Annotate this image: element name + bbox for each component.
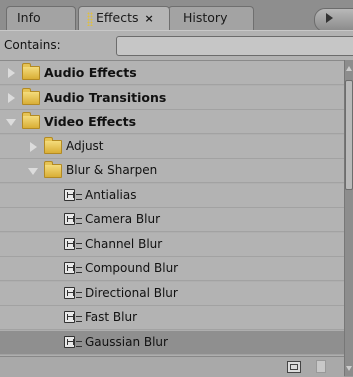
video-effect-icon — [64, 287, 75, 299]
tab-history[interactable]: History — [168, 6, 254, 30]
collapsed-twisty-icon[interactable] — [8, 93, 15, 103]
video-effect-icon — [64, 238, 75, 250]
collapsed-twisty-icon[interactable] — [30, 142, 37, 152]
effects-tree: Audio Effects Audio Transitions Video Effe… — [0, 60, 344, 357]
video-effect-icon — [64, 262, 75, 274]
tree-item-label: Compound Blur — [85, 261, 179, 275]
scroll-up-icon[interactable] — [346, 66, 352, 71]
folder-icon — [22, 63, 40, 80]
effect-dash-icon — [76, 341, 82, 347]
tree-effect-row[interactable]: Compound Blur — [0, 257, 344, 281]
tree-item-label: Channel Blur — [85, 237, 163, 251]
drag-grip-icon[interactable] — [87, 11, 93, 26]
close-tab-button[interactable]: × — [145, 12, 154, 25]
folder-icon — [44, 161, 62, 178]
tree-effect-row[interactable]: Fast Blur — [0, 306, 344, 330]
tree-effect-row[interactable]: Camera Blur — [0, 208, 344, 232]
effect-dash-icon — [76, 316, 82, 322]
tree-item-label: Adjust — [66, 139, 104, 153]
tree-effect-row[interactable]: Channel Blur — [0, 233, 344, 257]
tree-folder-row[interactable]: Blur & Sharpen — [0, 159, 344, 183]
tree-effect-row[interactable]: Antialias — [0, 184, 344, 208]
collapsed-twisty-icon[interactable] — [8, 68, 15, 78]
tree-item-label: Audio Transitions — [44, 90, 167, 105]
contains-label: Contains: — [4, 38, 61, 52]
effect-dash-icon — [76, 194, 82, 200]
tree-folder-row[interactable]: Audio Effects — [0, 61, 344, 85]
scroll-thumb[interactable] — [345, 80, 353, 190]
tab-info[interactable]: Info — [6, 6, 76, 30]
video-effect-icon — [64, 311, 75, 323]
search-row: Contains: — [0, 30, 353, 61]
tab-info-label: Info — [17, 10, 41, 25]
video-effect-icon — [64, 189, 75, 201]
expanded-twisty-icon[interactable] — [28, 168, 38, 175]
tree-item-label: Antialias — [85, 188, 137, 202]
effect-dash-icon — [76, 267, 82, 273]
folder-icon — [22, 88, 40, 105]
panel-tab-bar: Info History Effects × — [0, 0, 353, 32]
tree-item-label: Video Effects — [44, 114, 137, 129]
tab-effects[interactable]: Effects × — [78, 6, 170, 31]
panel-bottom-bar — [0, 356, 344, 377]
tree-item-label: Directional Blur — [85, 286, 178, 300]
tab-history-label: History — [183, 10, 228, 25]
search-input[interactable] — [116, 36, 353, 56]
video-effect-icon — [64, 213, 75, 225]
expanded-twisty-icon[interactable] — [6, 119, 16, 126]
tree-item-label: Blur & Sharpen — [66, 163, 158, 177]
video-effect-icon — [64, 336, 75, 348]
tree-item-label: Fast Blur — [85, 310, 138, 324]
trash-icon[interactable] — [316, 360, 326, 373]
tree-item-label: Audio Effects — [44, 65, 137, 80]
new-bin-icon[interactable] — [287, 361, 301, 373]
folder-icon — [44, 137, 62, 154]
effect-dash-icon — [76, 218, 82, 224]
effect-dash-icon — [76, 292, 82, 298]
tree-folder-row[interactable]: Video Effects — [0, 110, 344, 134]
tab-effects-label: Effects — [96, 10, 139, 25]
scroll-down-icon[interactable] — [346, 366, 352, 371]
tree-effect-row[interactable]: Directional Blur — [0, 282, 344, 306]
tree-folder-row[interactable]: Audio Transitions — [0, 86, 344, 110]
flyout-menu-icon[interactable] — [326, 13, 333, 23]
tree-effect-row[interactable]: Gaussian Blur — [0, 331, 344, 355]
effect-dash-icon — [76, 243, 82, 249]
tree-item-label: Gaussian Blur — [85, 335, 168, 349]
folder-icon — [22, 112, 40, 129]
panel-menu-button[interactable] — [314, 8, 353, 32]
tree-folder-row[interactable]: Adjust — [0, 135, 344, 159]
tree-item-label: Camera Blur — [85, 212, 161, 226]
vertical-scrollbar[interactable] — [344, 60, 353, 376]
